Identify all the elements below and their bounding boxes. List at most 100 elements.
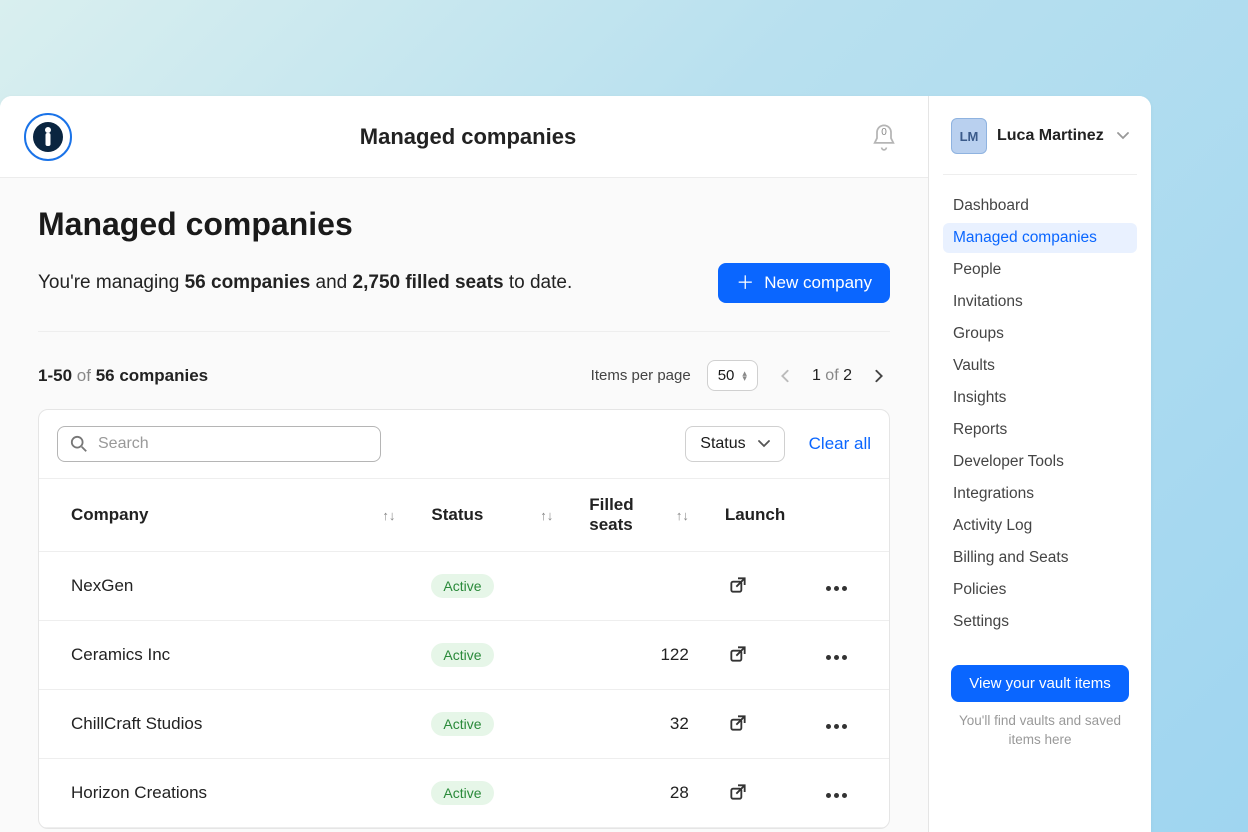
column-seats-label: Filled seats <box>589 495 656 535</box>
nav-item-insights[interactable]: Insights <box>943 383 1137 413</box>
items-per-page-label: Items per page <box>591 367 691 384</box>
search-box[interactable] <box>57 426 381 462</box>
cell-company: Ceramics Inc <box>39 621 413 690</box>
sort-icon: ↑↓ <box>382 508 395 523</box>
cell-company: NexGen <box>39 552 413 621</box>
launch-button[interactable] <box>725 641 751 667</box>
vault-cta: View your vault items You'll find vaults… <box>943 665 1137 750</box>
filter-row: Status Clear all <box>39 410 889 478</box>
of-label: of <box>77 366 91 385</box>
status-badge: Active <box>431 781 493 805</box>
clear-all-button[interactable]: Clear all <box>809 434 871 454</box>
header-title: Managed companies <box>72 124 864 150</box>
range: 1-50 <box>38 366 72 385</box>
next-page-button[interactable] <box>868 365 890 387</box>
cell-launch <box>707 552 808 621</box>
summary-text: You're managing 56 companies and 2,750 f… <box>38 272 572 294</box>
cell-status: Active <box>413 621 571 690</box>
launch-button[interactable] <box>725 572 751 598</box>
nav-list: DashboardManaged companiesPeopleInvitati… <box>943 191 1137 639</box>
nav-item-people[interactable]: People <box>943 255 1137 285</box>
nav-item-invitations[interactable]: Invitations <box>943 287 1137 317</box>
page-current: 1 <box>812 367 821 384</box>
content-area: Managed companies You're managing 56 com… <box>0 178 928 832</box>
external-link-icon <box>728 575 748 595</box>
column-header-status[interactable]: Status↑↓ <box>413 479 571 552</box>
chevron-updown-icon: ▴▾ <box>742 371 747 380</box>
nav-item-reports[interactable]: Reports <box>943 415 1137 445</box>
table-row: Horizon Creations Active 28 <box>39 759 889 828</box>
nav-item-policies[interactable]: Policies <box>943 575 1137 605</box>
range-total: 56 companies <box>96 366 208 385</box>
chevron-left-icon <box>778 369 792 383</box>
view-vault-button[interactable]: View your vault items <box>951 665 1128 702</box>
page-indicator: 1 of 2 <box>812 367 852 385</box>
sort-icon: ↑↓ <box>540 508 553 523</box>
column-header-company[interactable]: Company↑↓ <box>39 479 413 552</box>
row-actions-button[interactable] <box>826 586 847 591</box>
launch-button[interactable] <box>725 779 751 805</box>
status-filter-label: Status <box>700 435 745 453</box>
nav-item-vaults[interactable]: Vaults <box>943 351 1137 381</box>
notification-count: 0 <box>881 127 887 138</box>
nav-item-groups[interactable]: Groups <box>943 319 1137 349</box>
range-text: 1-50 of 56 companies <box>38 366 208 386</box>
summary-suffix: to date. <box>504 272 573 293</box>
plus-icon: ＋ <box>736 274 754 292</box>
nav-item-dashboard[interactable]: Dashboard <box>943 191 1137 221</box>
launch-button[interactable] <box>725 710 751 736</box>
summary-and: and <box>310 272 352 293</box>
summary-seats: 2,750 filled seats <box>353 272 504 293</box>
new-company-label: New company <box>764 273 872 293</box>
items-per-page-value: 50 <box>718 367 735 384</box>
nav-item-integrations[interactable]: Integrations <box>943 479 1137 509</box>
companies-table-card: Status Clear all Company↑↓ Status↑↓ <box>38 409 890 829</box>
nav-item-billing-and-seats[interactable]: Billing and Seats <box>943 543 1137 573</box>
row-actions-button[interactable] <box>826 724 847 729</box>
row-actions-button[interactable] <box>826 655 847 660</box>
cell-actions <box>808 690 889 759</box>
cell-actions <box>808 759 889 828</box>
items-per-page-select[interactable]: 50 ▴▾ <box>707 360 758 391</box>
search-icon <box>70 435 88 453</box>
page-total: 2 <box>843 367 852 384</box>
column-header-actions <box>808 479 889 552</box>
chevron-right-icon <box>872 369 886 383</box>
nav-item-developer-tools[interactable]: Developer Tools <box>943 447 1137 477</box>
cell-filled-seats: 32 <box>571 690 707 759</box>
cell-company: Horizon Creations <box>39 759 413 828</box>
summary-row: You're managing 56 companies and 2,750 f… <box>38 263 890 332</box>
user-name: Luca Martinez <box>997 127 1107 145</box>
app-logo <box>24 113 72 161</box>
user-menu[interactable]: LM Luca Martinez <box>943 114 1137 175</box>
external-link-icon <box>728 713 748 733</box>
row-actions-button[interactable] <box>826 793 847 798</box>
sort-icon: ↑↓ <box>676 508 689 523</box>
nav-item-managed-companies[interactable]: Managed companies <box>943 223 1137 253</box>
status-badge: Active <box>431 643 493 667</box>
cell-status: Active <box>413 759 571 828</box>
status-filter[interactable]: Status <box>685 426 784 462</box>
external-link-icon <box>728 644 748 664</box>
app-window: Managed companies 0 Managed companies Yo… <box>0 96 1151 832</box>
cell-company: ChillCraft Studios <box>39 690 413 759</box>
nav-item-settings[interactable]: Settings <box>943 607 1137 637</box>
pagination-controls: Items per page 50 ▴▾ 1 of 2 <box>591 360 890 391</box>
column-header-filled-seats[interactable]: Filled seats ↑↓ <box>571 479 707 552</box>
cell-filled-seats: 122 <box>571 621 707 690</box>
table-row: ChillCraft StudiosActive32 <box>39 690 889 759</box>
page-title: Managed companies <box>38 206 890 243</box>
notifications-button[interactable]: 0 <box>864 117 904 157</box>
search-input[interactable] <box>98 435 368 453</box>
cell-status: Active <box>413 690 571 759</box>
nav-item-activity-log[interactable]: Activity Log <box>943 511 1137 541</box>
prev-page-button[interactable] <box>774 365 796 387</box>
header-bar: Managed companies 0 <box>0 96 928 178</box>
summary-prefix: You're managing <box>38 272 185 293</box>
cell-actions <box>808 552 889 621</box>
companies-table: Company↑↓ Status↑↓ Filled seats↑↓ Launch <box>39 478 889 828</box>
main-area: Managed companies 0 Managed companies Yo… <box>0 96 929 832</box>
cell-filled-seats: 28 <box>571 759 707 828</box>
summary-companies: 56 companies <box>185 272 311 293</box>
new-company-button[interactable]: ＋ New company <box>718 263 890 303</box>
